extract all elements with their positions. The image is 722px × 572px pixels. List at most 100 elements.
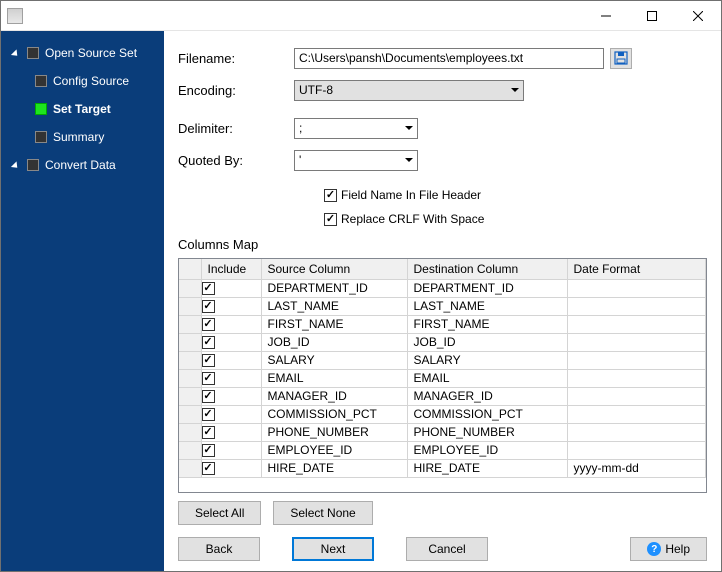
table-row[interactable]: LAST_NAMELAST_NAME — [179, 297, 706, 315]
help-button[interactable]: ? Help — [630, 537, 707, 561]
cell-dest[interactable]: HIRE_DATE — [407, 459, 567, 477]
cell-dest[interactable]: COMMISSION_PCT — [407, 405, 567, 423]
cell-source[interactable]: COMMISSION_PCT — [261, 405, 407, 423]
row-header[interactable] — [179, 459, 201, 477]
quoted-select[interactable]: ' — [294, 150, 418, 171]
cell-source[interactable]: PHONE_NUMBER — [261, 423, 407, 441]
include-checkbox[interactable] — [202, 336, 215, 349]
table-row[interactable]: HIRE_DATEHIRE_DATEyyyy-mm-dd — [179, 459, 706, 477]
cell-source[interactable]: FIRST_NAME — [261, 315, 407, 333]
table-row[interactable]: COMMISSION_PCTCOMMISSION_PCT — [179, 405, 706, 423]
chevron-down-icon — [405, 158, 413, 162]
row-header[interactable] — [179, 441, 201, 459]
table-row[interactable]: JOB_IDJOB_ID — [179, 333, 706, 351]
table-row[interactable]: FIRST_NAMEFIRST_NAME — [179, 315, 706, 333]
delimiter-select[interactable]: ; — [294, 118, 418, 139]
cell-fmt[interactable] — [567, 423, 706, 441]
row-header[interactable] — [179, 279, 201, 297]
row-header[interactable] — [179, 333, 201, 351]
minimize-button[interactable] — [583, 1, 629, 31]
row-header[interactable] — [179, 315, 201, 333]
table-row[interactable]: DEPARTMENT_IDDEPARTMENT_ID — [179, 279, 706, 297]
cell-dest[interactable]: EMAIL — [407, 369, 567, 387]
close-button[interactable] — [675, 1, 721, 31]
cell-fmt[interactable] — [567, 333, 706, 351]
include-checkbox[interactable] — [202, 354, 215, 367]
table-row[interactable]: MANAGER_IDMANAGER_ID — [179, 387, 706, 405]
cell-source[interactable]: MANAGER_ID — [261, 387, 407, 405]
include-checkbox[interactable] — [202, 462, 215, 475]
sidebar-item-label: Config Source — [53, 74, 129, 88]
row-header[interactable] — [179, 423, 201, 441]
table-row[interactable]: PHONE_NUMBERPHONE_NUMBER — [179, 423, 706, 441]
table-row[interactable]: EMAILEMAIL — [179, 369, 706, 387]
col-header-fmt[interactable]: Date Format — [567, 259, 706, 279]
tree-toggle-icon[interactable] — [11, 48, 21, 58]
next-button[interactable]: Next — [292, 537, 374, 561]
cell-fmt[interactable] — [567, 279, 706, 297]
sidebar-item-convert-data[interactable]: Convert Data — [1, 151, 164, 179]
row-header[interactable] — [179, 405, 201, 423]
table-row[interactable]: EMPLOYEE_IDEMPLOYEE_ID — [179, 441, 706, 459]
encoding-select[interactable]: UTF-8 — [294, 80, 524, 101]
col-header-source[interactable]: Source Column — [261, 259, 407, 279]
sidebar: Open Source Set Config Source Set TargetSu… — [1, 31, 164, 571]
cell-dest[interactable]: JOB_ID — [407, 333, 567, 351]
include-checkbox[interactable] — [202, 426, 215, 439]
cell-source[interactable]: JOB_ID — [261, 333, 407, 351]
cell-source[interactable]: EMPLOYEE_ID — [261, 441, 407, 459]
cell-dest[interactable]: PHONE_NUMBER — [407, 423, 567, 441]
include-checkbox[interactable] — [202, 390, 215, 403]
columns-map-grid[interactable]: Include Source Column Destination Column… — [178, 258, 707, 493]
include-checkbox[interactable] — [202, 282, 215, 295]
back-button[interactable]: Back — [178, 537, 260, 561]
row-header[interactable] — [179, 369, 201, 387]
include-checkbox[interactable] — [202, 408, 215, 421]
save-file-button[interactable] — [610, 48, 632, 69]
cell-fmt[interactable] — [567, 297, 706, 315]
select-none-button[interactable]: Select None — [273, 501, 372, 525]
cell-source[interactable]: DEPARTMENT_ID — [261, 279, 407, 297]
table-row[interactable]: SALARYSALARY — [179, 351, 706, 369]
field-header-checkbox[interactable] — [324, 189, 337, 202]
cell-dest[interactable]: EMPLOYEE_ID — [407, 441, 567, 459]
cell-source[interactable]: EMAIL — [261, 369, 407, 387]
cell-dest[interactable]: SALARY — [407, 351, 567, 369]
include-checkbox[interactable] — [202, 444, 215, 457]
cell-dest[interactable]: MANAGER_ID — [407, 387, 567, 405]
sidebar-item-summary[interactable]: Summary — [1, 123, 164, 151]
cell-dest[interactable]: DEPARTMENT_ID — [407, 279, 567, 297]
include-checkbox[interactable] — [202, 300, 215, 313]
maximize-button[interactable] — [629, 1, 675, 31]
cell-dest[interactable]: FIRST_NAME — [407, 315, 567, 333]
filename-input[interactable] — [294, 48, 604, 69]
cell-fmt[interactable] — [567, 441, 706, 459]
row-header[interactable] — [179, 387, 201, 405]
sidebar-item-config-source[interactable]: Config Source — [1, 67, 164, 95]
cell-source[interactable]: SALARY — [261, 351, 407, 369]
cell-fmt[interactable] — [567, 351, 706, 369]
row-header[interactable] — [179, 297, 201, 315]
col-header-include[interactable]: Include — [201, 259, 261, 279]
cell-source[interactable]: LAST_NAME — [261, 297, 407, 315]
window: Open Source Set Config Source Set TargetSu… — [0, 0, 722, 572]
replace-crlf-checkbox[interactable] — [324, 213, 337, 226]
select-all-button[interactable]: Select All — [178, 501, 261, 525]
sidebar-item-open-source-set[interactable]: Open Source Set — [1, 39, 164, 67]
sidebar-item-set-target[interactable]: Set Target — [1, 95, 164, 123]
cell-fmt[interactable] — [567, 387, 706, 405]
cell-source[interactable]: HIRE_DATE — [261, 459, 407, 477]
cell-fmt[interactable]: yyyy-mm-dd — [567, 459, 706, 477]
cell-fmt[interactable] — [567, 315, 706, 333]
cell-fmt[interactable] — [567, 405, 706, 423]
grid-corner — [179, 259, 201, 279]
help-icon: ? — [647, 542, 661, 556]
tree-toggle-icon[interactable] — [11, 160, 21, 170]
cell-dest[interactable]: LAST_NAME — [407, 297, 567, 315]
cancel-button[interactable]: Cancel — [406, 537, 488, 561]
row-header[interactable] — [179, 351, 201, 369]
col-header-dest[interactable]: Destination Column — [407, 259, 567, 279]
include-checkbox[interactable] — [202, 318, 215, 331]
cell-fmt[interactable] — [567, 369, 706, 387]
include-checkbox[interactable] — [202, 372, 215, 385]
